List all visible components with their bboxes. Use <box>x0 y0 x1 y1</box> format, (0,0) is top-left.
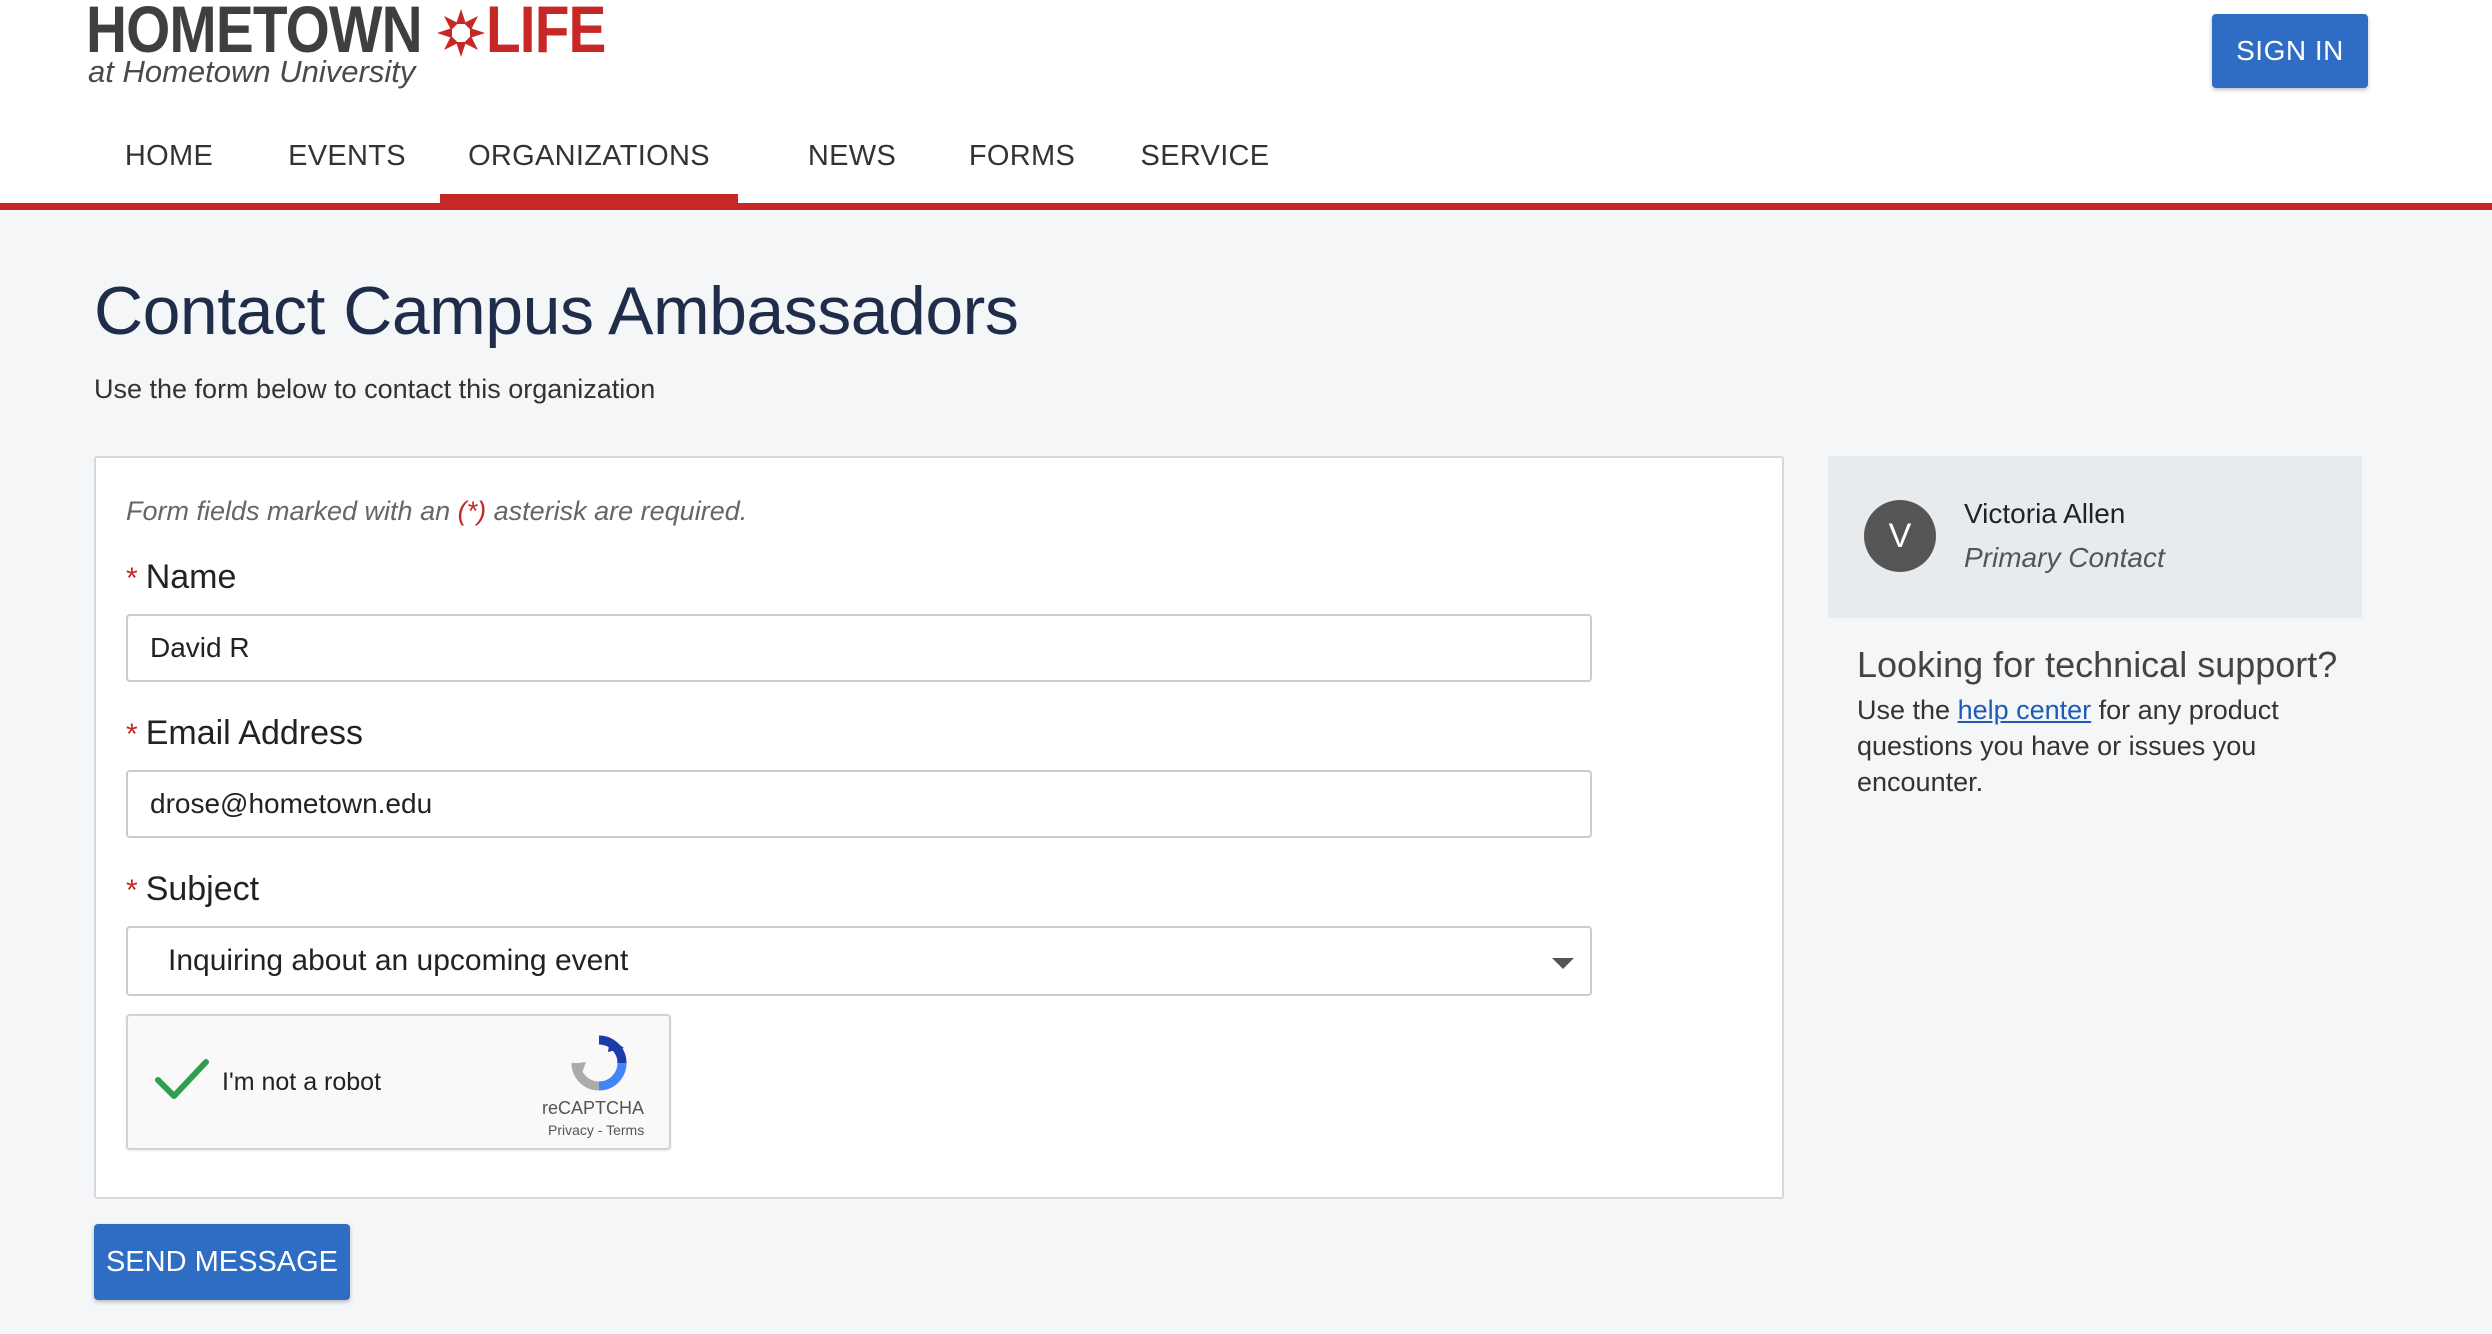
logo-tagline: at Hometown University <box>88 54 416 89</box>
email-label: * Email Address <box>126 714 363 753</box>
primary-contact-card: V Victoria Allen Primary Contact <box>1828 456 2362 618</box>
captcha-privacy-terms-links[interactable]: Privacy - Terms <box>548 1122 644 1138</box>
send-message-button[interactable]: SEND MESSAGE <box>94 1224 350 1300</box>
subject-label: * Subject <box>126 870 259 909</box>
email-field[interactable] <box>126 770 1592 838</box>
email-label-text: Email Address <box>145 714 364 752</box>
name-field[interactable] <box>126 614 1592 682</box>
required-marker: * <box>126 718 138 751</box>
header-accent-bar <box>0 203 2492 210</box>
chevron-down-icon <box>1552 958 1574 969</box>
logo-wordmark: HOMETOWN LIFE <box>86 0 625 62</box>
contact-form: Form fields marked with an (*) asterisk … <box>94 456 1784 1199</box>
contact-role: Primary Contact <box>1964 542 2165 573</box>
required-note-star: (*) <box>457 496 487 526</box>
support-text-prefix: Use the <box>1857 695 1958 725</box>
nav-item-organizations[interactable]: ORGANIZATIONS <box>440 128 738 204</box>
recaptcha-widget: I'm not a robot reCAPTCHA Privacy - Term… <box>126 1014 671 1150</box>
nav-item-events[interactable]: EVENTS <box>261 128 433 204</box>
captcha-label: I'm not a robot <box>222 1068 382 1096</box>
page-subtitle: Use the form below to contact this organ… <box>94 374 656 404</box>
nav-item-service[interactable]: SERVICE <box>1116 128 1294 204</box>
required-marker: * <box>126 874 138 907</box>
required-note-suffix: asterisk are required. <box>486 496 748 526</box>
nav-item-forms[interactable]: FORMS <box>940 128 1104 204</box>
subject-selected-value: Inquiring about an upcoming event <box>168 944 629 977</box>
logo-brand-home: HOMETOWN <box>86 0 423 66</box>
support-heading: Looking for technical support? <box>1857 644 2338 685</box>
name-label: * Name <box>126 558 236 597</box>
contact-name: Victoria Allen <box>1964 498 2126 529</box>
site-header: HOMETOWN LIFE at Hometown University SIG… <box>0 0 2492 204</box>
required-marker: * <box>126 562 138 595</box>
nav-item-home[interactable]: HOME <box>87 128 251 204</box>
sign-in-button[interactable]: SIGN IN <box>2212 14 2368 88</box>
required-fields-note: Form fields marked with an (*) asterisk … <box>126 496 747 527</box>
logo-burst-icon <box>437 9 486 57</box>
support-text: Use the help center for any product ques… <box>1857 692 2327 800</box>
nav-item-news[interactable]: NEWS <box>777 128 927 204</box>
recaptcha-logo-icon <box>571 1035 627 1091</box>
page-title: Contact Campus Ambassadors <box>94 273 1019 349</box>
avatar: V <box>1864 500 1936 572</box>
help-center-link[interactable]: help center <box>1958 695 2092 725</box>
name-label-text: Name <box>145 558 237 596</box>
logo-brand-life: LIFE <box>486 0 606 66</box>
subject-label-text: Subject <box>145 870 260 908</box>
checkmark-icon[interactable] <box>154 1056 210 1104</box>
captcha-brand: reCAPTCHA <box>542 1098 645 1118</box>
subject-select[interactable]: Inquiring about an upcoming event <box>126 926 1592 996</box>
required-note-prefix: Form fields marked with an <box>126 496 458 526</box>
